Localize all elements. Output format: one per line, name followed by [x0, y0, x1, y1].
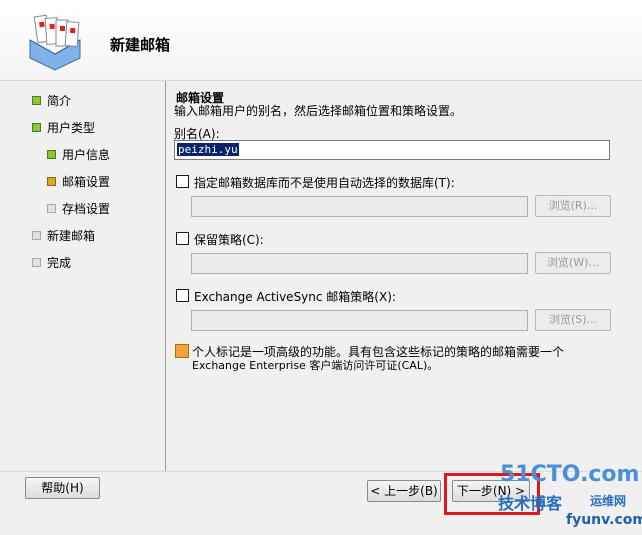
step-user-type[interactable]: 用户类型	[32, 119, 95, 135]
step-label: 新建邮箱	[47, 228, 96, 243]
step-current-icon	[47, 176, 56, 186]
retention-checkbox-label: 保留策略(C):	[194, 233, 264, 247]
main-panel: 邮箱设置 输入邮箱用户的别名，然后选择邮箱位置和策略设置。 别名(A): pei…	[166, 81, 642, 471]
step-complete-icon	[47, 149, 56, 159]
step-label: 邮箱设置	[62, 174, 111, 189]
step-new-mailbox[interactable]: 新建邮箱	[32, 227, 95, 243]
step-pending-icon	[32, 257, 41, 267]
db-checkbox[interactable]	[176, 175, 189, 188]
browse-activesync-button[interactable]: 浏览(S)...	[535, 309, 611, 331]
wizard-title: 新建邮箱	[110, 36, 171, 54]
step-intro[interactable]: 简介	[32, 92, 71, 108]
step-pending-icon	[32, 230, 41, 240]
alias-input[interactable]: peizhi.yu	[174, 140, 610, 160]
info-text-line2: Exchange Enterprise 客户端访问许可证(CAL)。	[192, 359, 439, 372]
step-label: 完成	[47, 255, 72, 270]
wizard-steps: 简介 用户类型 用户信息 邮箱设置 存档设置 新建邮箱 完成	[0, 81, 166, 471]
info-icon	[175, 344, 189, 358]
activesync-checkbox[interactable]	[176, 289, 189, 302]
mailbox-icon	[29, 14, 81, 71]
watermark-line2: 技术博客	[498, 494, 563, 513]
retention-field[interactable]	[191, 253, 528, 274]
step-label: 存档设置	[62, 201, 111, 216]
activesync-checkbox-label: Exchange ActiveSync 邮箱策略(X):	[194, 290, 396, 304]
step-user-info[interactable]: 用户信息	[47, 146, 110, 162]
step-pending-icon	[47, 203, 56, 213]
browse-db-button[interactable]: 浏览(R)...	[535, 195, 611, 217]
back-button[interactable]: < 上一步(B)	[367, 480, 441, 502]
watermark-line3: fyunv.com	[566, 512, 642, 528]
activesync-field[interactable]	[191, 310, 528, 331]
step-label: 用户类型	[47, 120, 96, 135]
step-archive-settings[interactable]: 存档设置	[47, 200, 110, 216]
section-description: 输入邮箱用户的别名，然后选择邮箱位置和策略设置。	[174, 104, 463, 118]
step-complete-icon	[32, 95, 41, 105]
step-complete-icon	[32, 122, 41, 132]
wizard-header: 新建邮箱	[0, 0, 642, 81]
watermark-line1: 51CTO.com	[500, 462, 640, 487]
watermark-line4: 运维网	[590, 494, 627, 508]
step-label: 用户信息	[62, 147, 111, 162]
alias-value: peizhi.yu	[177, 143, 239, 156]
step-complete[interactable]: 完成	[32, 254, 71, 270]
step-label: 简介	[47, 93, 72, 108]
browse-retention-button[interactable]: 浏览(W)...	[535, 252, 611, 274]
db-field[interactable]	[191, 196, 528, 217]
step-mailbox-settings[interactable]: 邮箱设置	[47, 173, 110, 189]
retention-checkbox[interactable]	[176, 232, 189, 245]
db-checkbox-label: 指定邮箱数据库而不是使用自动选择的数据库(T):	[194, 176, 455, 190]
help-button[interactable]: 帮助(H)	[25, 477, 100, 499]
